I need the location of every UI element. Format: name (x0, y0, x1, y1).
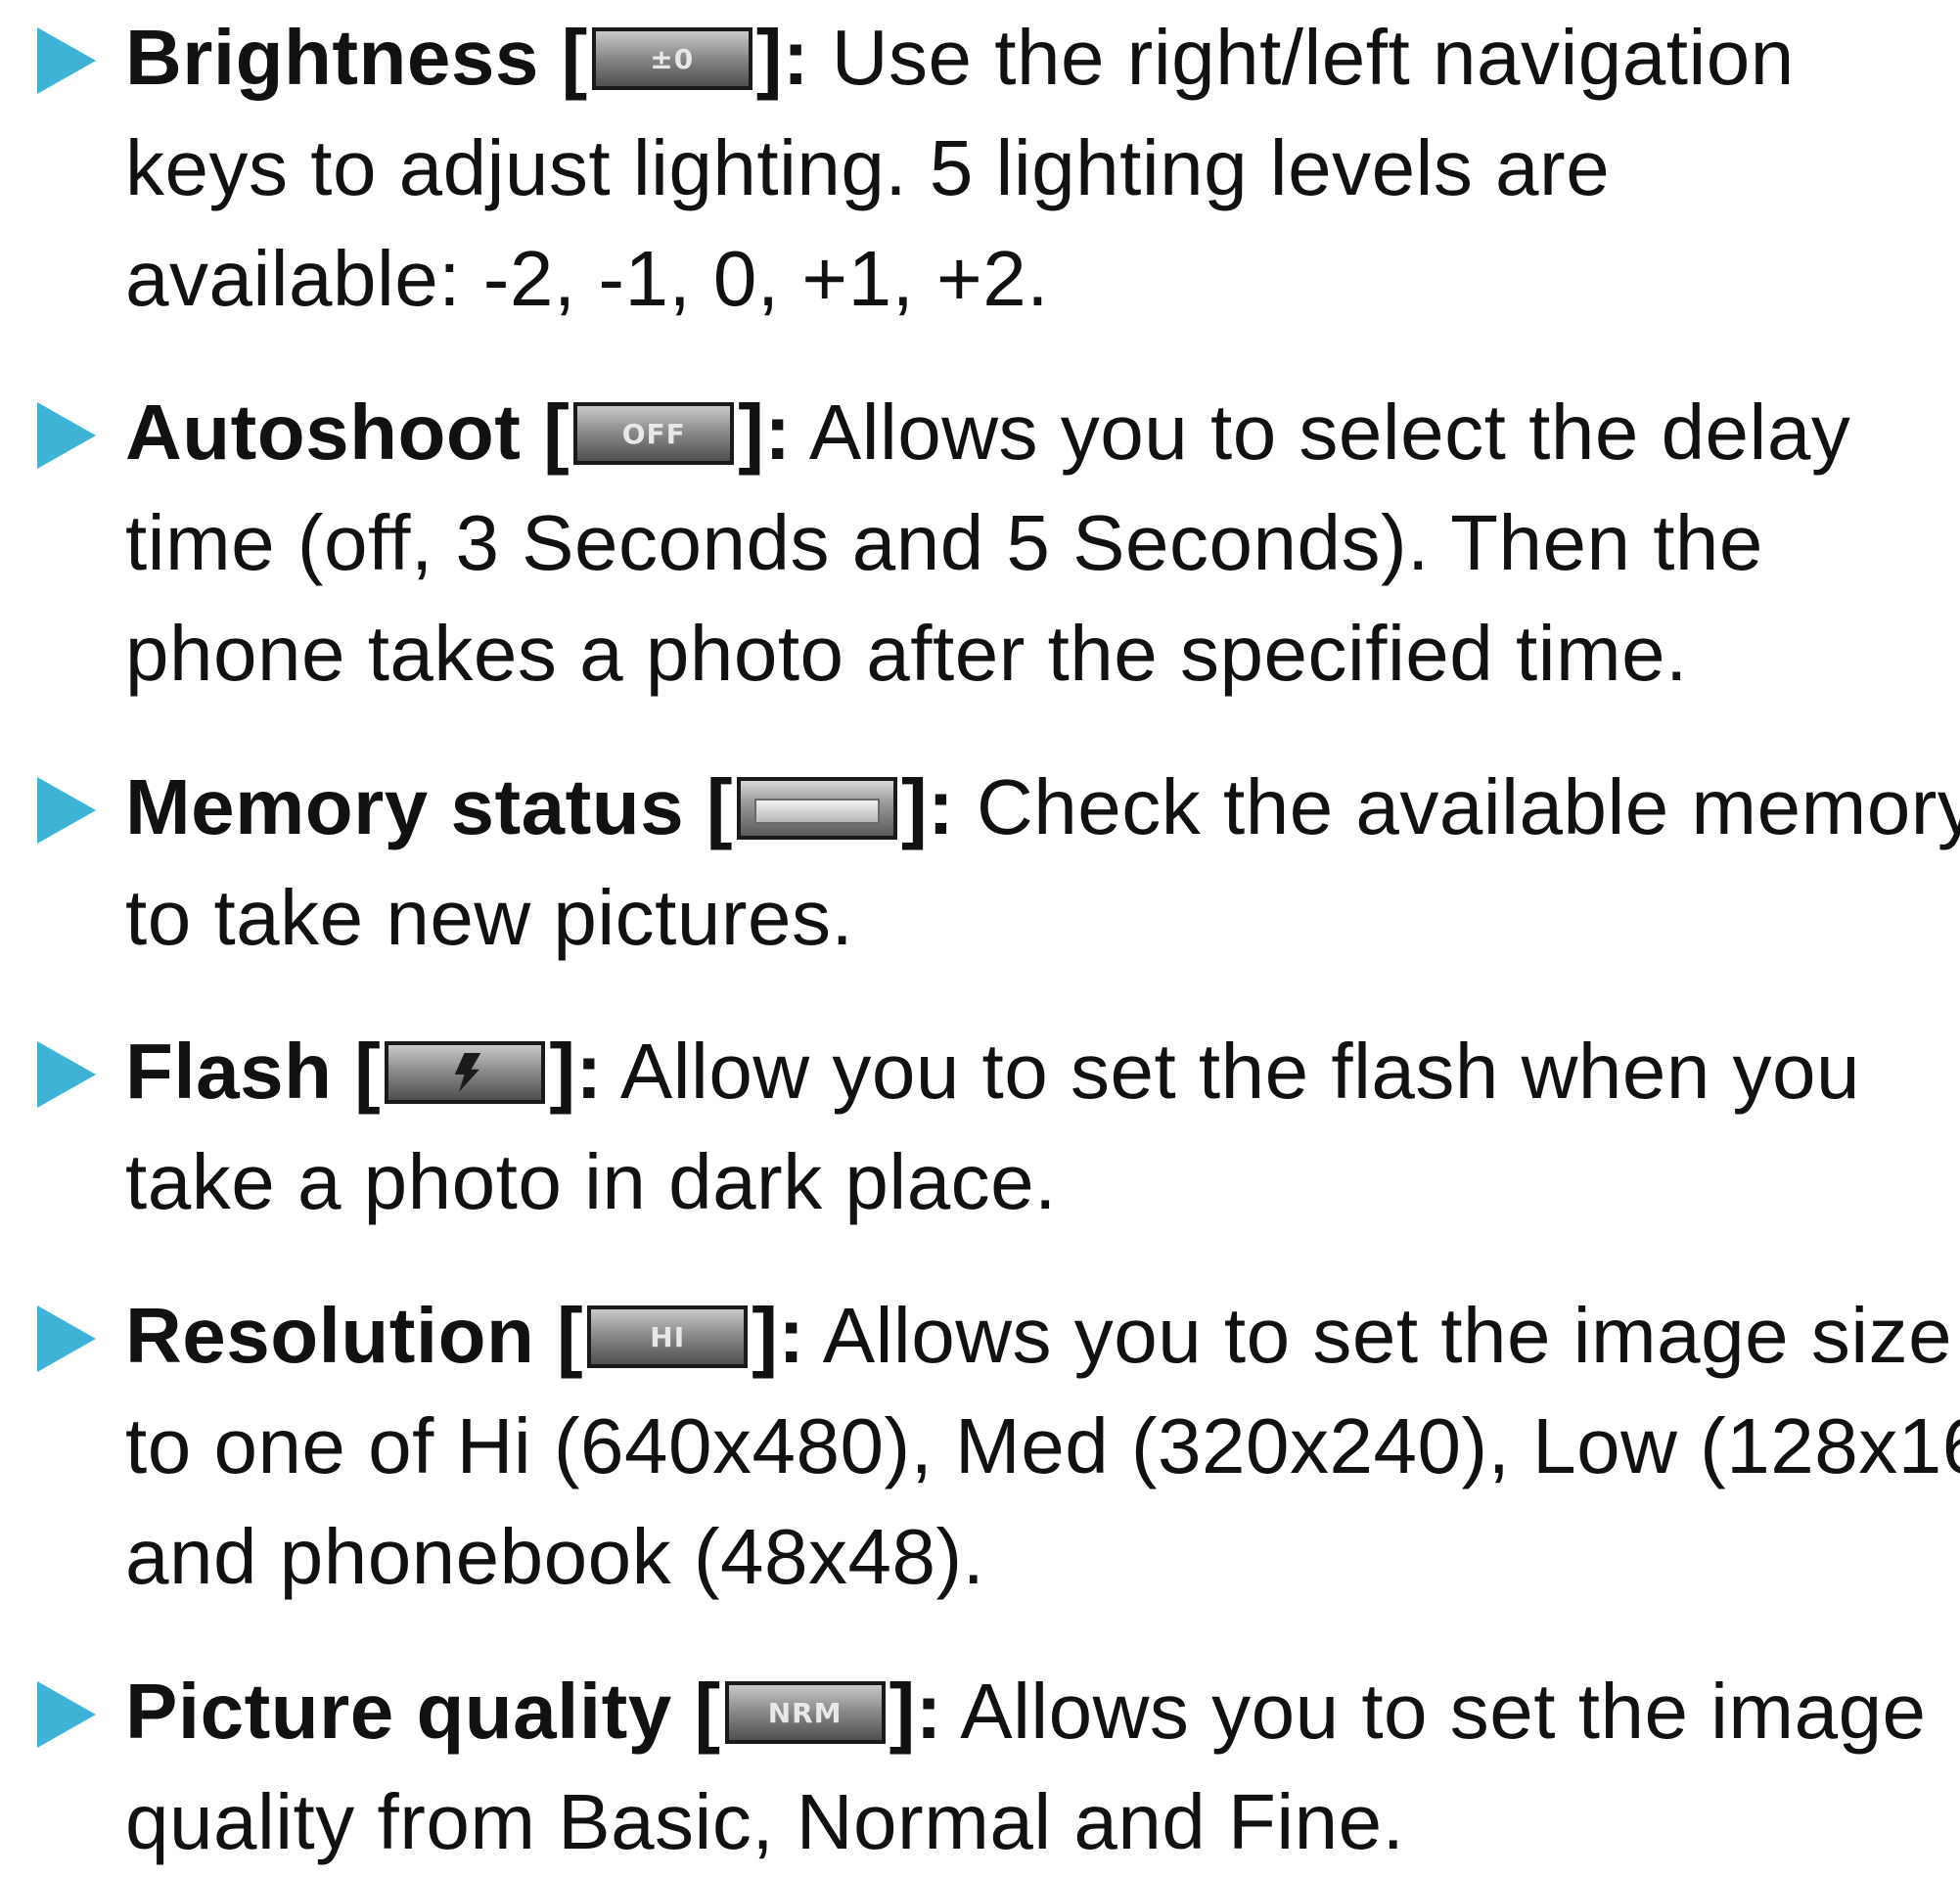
item-line-1: Picture quality [NRM]: Allows you to set… (125, 1668, 1927, 1755)
item-description: Allows you to set the image (960, 1668, 1927, 1755)
bullet-arrow-icon (37, 777, 96, 844)
item-term: Resolution (125, 1292, 535, 1379)
item-term: Flash (125, 1028, 333, 1115)
item-line-2: keys to adjust lighting. 5 lighting leve… (125, 124, 1611, 211)
item-text: Brightness [±0]: Use the right/left navi… (125, 2, 1945, 334)
item-text: Picture quality [NRM]: Allows you to set… (125, 1656, 1945, 1877)
bullet-arrow-icon (37, 1305, 96, 1372)
item-line-2: take a photo in dark place. (125, 1138, 1057, 1225)
item-text: Autoshoot [OFF]: Allows you to select th… (125, 377, 1945, 709)
item-line-1: Flash []: Allow you to set the flash whe… (125, 1028, 1861, 1115)
memory-status-icon (736, 777, 897, 840)
item-line-2: to take new pictures. (125, 874, 854, 961)
bullet-arrow-icon (37, 1681, 96, 1748)
item-description: Allow you to set the flash when you (619, 1028, 1861, 1115)
autoshoot-icon: OFF (573, 402, 735, 465)
resolution-icon: HI (587, 1305, 749, 1368)
item-line-3: and phonebook (48x48). (125, 1513, 985, 1600)
item-line-1: Memory status []: Check the available me… (125, 752, 1960, 862)
item-line-2: to one of Hi (640x480), Med (320x240), L… (125, 1402, 1960, 1489)
item-text: Memory status []: Check the available me… (125, 752, 1960, 973)
brightness-icon: ±0 (591, 27, 752, 90)
item-description: Use the right/left navigation (831, 14, 1795, 101)
item-description: Check the available memory (977, 763, 1960, 850)
item-line-3: phone takes a photo after the specified … (125, 610, 1688, 697)
item-text: Resolution [HI]: Allows you to set the i… (125, 1280, 1960, 1612)
item-line-1: Autoshoot [OFF]: Allows you to select th… (125, 389, 1851, 476)
manual-page: Brightness [±0]: Use the right/left navi… (0, 0, 1960, 1865)
item-description: Allows you to select the delay (808, 389, 1851, 476)
flash-icon (385, 1041, 546, 1104)
item-term: Picture quality (125, 1668, 672, 1755)
picture-quality-icon: NRM (724, 1681, 886, 1744)
item-line-1: Brightness [±0]: Use the right/left navi… (125, 14, 1795, 101)
item-line-2: time (off, 3 Seconds and 5 Seconds). The… (125, 499, 1763, 586)
item-term: Memory status (125, 763, 685, 850)
item-line-3: available: -2, -1, 0, +1, +2. (125, 235, 1049, 322)
item-description: Allows you to set the image size (822, 1292, 1953, 1379)
item-term: Brightness (125, 14, 539, 101)
item-text: Flash []: Allow you to set the flash whe… (125, 1016, 1945, 1237)
bullet-arrow-icon (37, 402, 96, 469)
item-line-2: quality from Basic, Normal and Fine. (125, 1778, 1405, 1865)
item-line-1: Resolution [HI]: Allows you to set the i… (125, 1292, 1953, 1379)
item-term: Autoshoot (125, 389, 522, 476)
bullet-arrow-icon (37, 1041, 96, 1108)
bullet-arrow-icon (37, 27, 96, 94)
